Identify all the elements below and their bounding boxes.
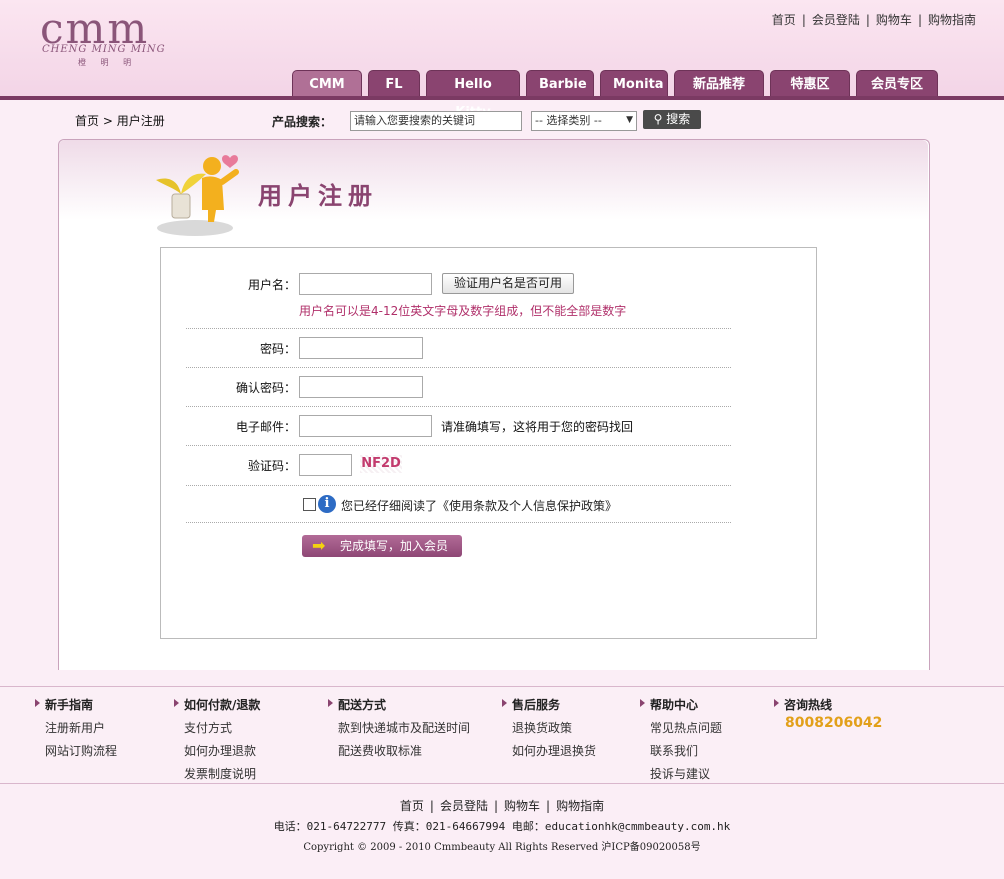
info-icon: i [318,495,336,513]
footer-col-title: 新手指南 [33,696,117,713]
page-title: 用户注册 [258,182,378,210]
footer-link[interactable]: 投诉与建议 [638,765,722,782]
username-label: 用户名： [247,278,296,292]
header-divider [0,96,1004,100]
agree-checkbox[interactable] [303,498,316,511]
mascot-icon [156,155,239,236]
top-link-cart[interactable]: 购物车 [876,13,912,27]
nav-tab-cmm[interactable]: CMM [292,70,362,97]
main-nav: CMM FL Hello Kitty Barbie Monita 新品推荐 特惠… [292,70,938,120]
footer-link[interactable]: 联系我们 [638,742,722,759]
search-button-label: 搜索 [666,112,691,126]
category-select-value: -- 选择类别 -- [535,114,602,127]
bottom-link-cart[interactable]: 购物车 [504,799,540,813]
logo-chinese: 橙 明 明 [78,58,138,67]
footer-col-title: 帮助中心 [638,696,722,713]
bottom-link-home[interactable]: 首页 [400,799,424,813]
captcha-label: 验证码： [247,459,296,473]
search-input[interactable]: 请输入您要搜索的关键词 [350,111,522,131]
divider [186,367,731,368]
footer-link[interactable]: 退换货政策 [500,719,596,736]
footer-link[interactable]: 款到快递城市及配送时间 [326,719,470,736]
footer-link[interactable]: 网站订购流程 [33,742,117,759]
nav-tab-new-products[interactable]: 新品推荐 [674,70,764,97]
arrow-right-icon: ➡ [312,536,326,555]
nav-tab-monita[interactable]: Monita [600,70,668,97]
breadcrumb-home[interactable]: 首页 [75,114,99,128]
footer-link[interactable]: 发票制度说明 [172,765,260,782]
copyright: Copyright © 2009 - 2010 Cmmbeauty All Ri… [303,842,701,853]
divider [186,328,731,329]
footer-col-help: 帮助中心 常见热点问题 联系我们 投诉与建议 [638,696,722,782]
password-input[interactable] [299,337,423,359]
breadcrumb-separator: > [102,114,113,128]
divider [186,445,731,446]
footer-col-title: 如何付款/退款 [172,696,260,713]
footer-col-payment: 如何付款/退款 支付方式 如何办理退款 发票制度说明 [172,696,260,782]
nav-tab-members[interactable]: 会员专区 [856,70,938,97]
top-link-login[interactable]: 会员登陆 [812,13,860,27]
footer-col-hotline: 咨询热线 [772,696,832,713]
bottom-link-guide[interactable]: 购物指南 [556,799,604,813]
category-select[interactable]: -- 选择类别 -- ▼ [531,111,637,131]
divider [186,522,731,523]
top-links: 首页 | 会员登陆 | 购物车 | 购物指南 [771,13,976,27]
footer-col-title: 售后服务 [500,696,596,713]
username-input[interactable] [299,273,432,295]
captcha-image[interactable]: NF2D [360,455,402,473]
captcha-input[interactable] [299,454,352,476]
bottom-links: 首页 | 会员登陆 | 购物车 | 购物指南 [399,799,605,813]
search-icon: ⚲ [653,112,663,126]
email-input[interactable] [299,415,432,437]
search-label: 产品搜索： [272,115,333,129]
footer-link[interactable]: 如何办理退款 [172,742,260,759]
confirm-password-label: 确认密码： [235,381,296,395]
email-label: 电子邮件： [235,420,296,434]
footer-link[interactable]: 配送费收取标准 [326,742,470,759]
top-link-home[interactable]: 首页 [772,13,796,27]
footer-col-title: 配送方式 [326,696,470,713]
nav-tab-barbie[interactable]: Barbie [526,70,594,97]
nav-tab-fl[interactable]: FL [368,70,420,97]
check-username-button[interactable]: 验证用户名是否可用 [442,273,574,294]
hotline-number: 8008206042 [785,715,883,731]
breadcrumb: 首页 > 用户注册 [75,112,165,129]
logo-subtitle: CHENG MING MING [42,44,166,55]
footer-col-title: 咨询热线 [772,696,832,713]
nav-tab-hello-kitty[interactable]: Hello Kitty [426,70,520,120]
footer-link[interactable]: 常见热点问题 [638,719,722,736]
top-link-guide[interactable]: 购物指南 [928,13,976,27]
footer-link[interactable]: 注册新用户 [33,719,117,736]
username-hint: 用户名可以是4-12位英文字母及数字组成，但不能全部是数字 [299,304,627,318]
divider [186,406,731,407]
divider [186,485,731,486]
breadcrumb-current: 用户注册 [116,114,165,128]
password-label: 密码： [259,342,296,356]
chevron-down-icon: ▼ [626,115,633,125]
bottom-link-login[interactable]: 会员登陆 [440,799,488,813]
email-hint: 请准确填写，这将用于您的密码找回 [441,420,634,434]
footer-link[interactable]: 如何办理退换货 [500,742,596,759]
search-button[interactable]: ⚲ 搜索 [643,110,701,129]
nav-tab-specials[interactable]: 特惠区 [770,70,850,97]
submit-button-label: 完成填写，加入会员 [340,539,449,553]
footer-col-newbie: 新手指南 注册新用户 网站订购流程 [33,696,117,759]
footer-col-aftersales: 售后服务 退换货政策 如何办理退换货 [500,696,596,759]
confirm-password-input[interactable] [299,376,423,398]
contact-info: 电话：021-64722777 传真：021-64667994 电邮：educa… [273,820,731,833]
footer-col-delivery: 配送方式 款到快递城市及配送时间 配送费收取标准 [326,696,470,759]
submit-button[interactable]: ➡ 完成填写，加入会员 [302,535,462,557]
footer-link[interactable]: 支付方式 [172,719,260,736]
agree-text[interactable]: 您已经仔细阅读了《使用条款及个人信息保护政策》 [341,497,617,514]
